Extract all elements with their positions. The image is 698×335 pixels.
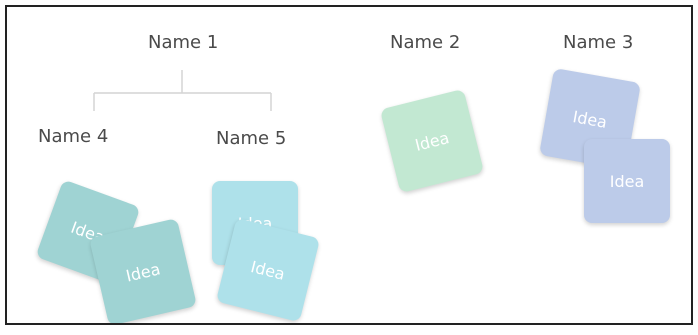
idea-card[interactable]: Idea [584, 139, 670, 223]
idea-card-label: Idea [571, 106, 609, 132]
idea-card[interactable]: Idea [379, 88, 485, 194]
idea-card-label: Idea [124, 258, 162, 286]
name-3-label[interactable]: Name 3 [563, 33, 633, 53]
name-1-label[interactable]: Name 1 [148, 33, 218, 53]
name-4-label[interactable]: Name 4 [38, 127, 108, 147]
idea-card-label: Idea [412, 127, 452, 155]
board-canvas: Name 1 Name 2 Name 3 Name 4 Name 5 Idea … [5, 5, 693, 325]
name-2-label[interactable]: Name 2 [390, 33, 460, 53]
idea-card-label: Idea [248, 256, 288, 284]
idea-card-label: Idea [609, 171, 645, 191]
name-5-label[interactable]: Name 5 [216, 129, 286, 149]
idea-card[interactable]: Idea [89, 218, 197, 323]
